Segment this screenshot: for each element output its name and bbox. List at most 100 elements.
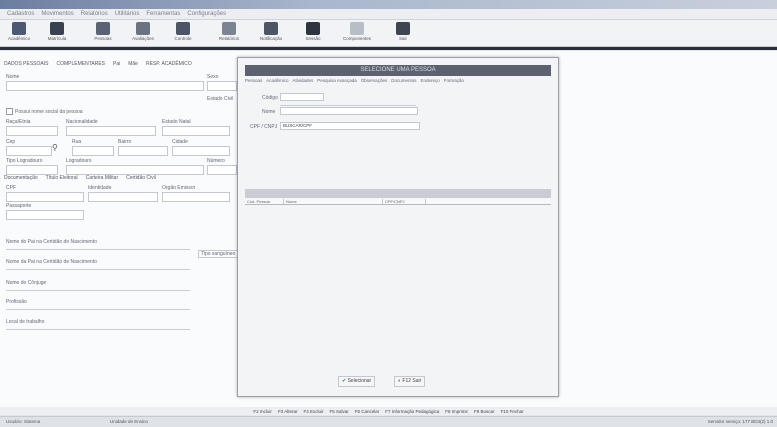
profissao-input[interactable] — [6, 309, 190, 310]
web-icon — [306, 22, 320, 35]
dialog-tab-1[interactable]: Acadêmico — [266, 78, 288, 83]
column-header-0[interactable]: Cód. Pessoa — [245, 199, 284, 204]
nome-input[interactable] — [6, 81, 204, 91]
fkey-7[interactable]: F9 Buscar — [474, 409, 495, 414]
tab-1[interactable]: COMPLEMENTARES — [56, 61, 105, 67]
logradouro-input[interactable] — [66, 165, 204, 175]
identidade-input[interactable] — [88, 192, 158, 202]
doc-tab-1[interactable]: Título Eleitoral — [46, 175, 78, 181]
sexo-select[interactable] — [207, 81, 237, 91]
nome-mae-input[interactable] — [6, 269, 190, 270]
tab-0[interactable]: DADOS PESSOAIS — [4, 61, 48, 67]
dialog-tab-5[interactable]: Documentos — [391, 78, 416, 83]
fkey-2[interactable]: F4 Excluir — [303, 409, 323, 414]
dialog-tab-3[interactable]: Pesquisa Avançada — [317, 78, 356, 83]
nome-pai-input[interactable] — [6, 249, 190, 250]
dialog-tab-4[interactable]: Observações — [361, 78, 388, 83]
rua-input[interactable] — [72, 146, 114, 156]
cpf-input[interactable] — [6, 192, 84, 202]
status-server: Servidor serviço: 177 BD3(2) 1.0 — [707, 419, 773, 424]
dialog-tab-2[interactable]: Atividades — [293, 78, 314, 83]
function-key-bar: F2 Incluir F3 Alterar F4 Excluir F5 Salvar F… — [0, 407, 777, 415]
dialog-tab-6[interactable]: Endereço — [421, 78, 440, 83]
menu-item-1[interactable]: Movimentos — [41, 11, 73, 17]
menu-item-0[interactable]: Cadastros — [7, 11, 34, 17]
fkey-1[interactable]: F3 Alterar — [278, 409, 298, 414]
menu-item-2[interactable]: Relatórios — [81, 11, 108, 17]
cidade-input[interactable] — [172, 146, 230, 156]
toolbar-button-7[interactable]: Sessão — [296, 22, 330, 46]
dialog-tab-0[interactable]: Pessoas — [245, 78, 262, 83]
passaporte-input[interactable] — [6, 210, 84, 220]
cpf-label: CPF — [6, 185, 16, 191]
tab-4[interactable]: RESP. ACADÊMICO — [146, 61, 192, 67]
toolbar-label-9: Sair — [398, 36, 407, 41]
numero-input[interactable] — [207, 165, 237, 175]
fkey-6[interactable]: F8 Imprimir — [445, 409, 468, 414]
select-button[interactable]: ✔ Selecionar — [338, 376, 376, 387]
nome-pai-label: Nome do Pai na Certidão de Nascimento — [6, 239, 97, 245]
doc-tab-2[interactable]: Carteira Militar — [86, 175, 119, 181]
raca-label: Raça/Etnia — [6, 119, 31, 125]
menu-item-5[interactable]: Configurações — [187, 11, 226, 17]
codigo-input[interactable] — [280, 93, 324, 101]
bairro-input[interactable] — [118, 146, 168, 156]
fkey-4[interactable]: F6 Cancelar — [355, 409, 380, 414]
menu-item-4[interactable]: Ferramentas — [146, 11, 180, 17]
toolbar-button-1[interactable]: Matrícula — [40, 22, 74, 46]
nacionalidade-select[interactable] — [66, 126, 156, 136]
estado-select[interactable] — [162, 126, 230, 136]
toolbar-button-0[interactable]: Acadêmico — [2, 22, 36, 46]
dialog-title: SELECIONE UMA PESSOA — [245, 65, 551, 76]
logradouro-label: Logradouro — [66, 158, 92, 164]
doc-tab-3[interactable]: Certidão Civil — [126, 175, 156, 181]
printer-icon — [264, 22, 278, 35]
bairro-label: Bairro — [118, 139, 132, 145]
toolbar-button-3[interactable]: Avaliações — [126, 22, 160, 46]
tab-2[interactable]: Pai — [113, 61, 120, 67]
column-header-1[interactable]: Nome — [284, 199, 383, 204]
cpf-filter-input[interactable]: BUSCAR/CPF — [280, 122, 420, 130]
cpf-filter-label: CPF / CNPJ — [250, 124, 278, 130]
search-icon[interactable]: ⚲ — [52, 143, 58, 152]
fkey-3[interactable]: F5 Salvar — [329, 409, 348, 414]
nome-social-checkbox[interactable]: Possui nome social da pessoa — [6, 108, 83, 115]
cep-input[interactable] — [6, 146, 52, 156]
title-bar — [0, 0, 777, 9]
estado-civil-label: Estado Civil — [207, 96, 234, 102]
raca-select[interactable] — [6, 126, 58, 136]
profissao-label: Profissão — [6, 299, 27, 305]
nome-filter-label: Nome — [262, 109, 276, 115]
doc-tab-0[interactable]: Documentação — [4, 175, 38, 181]
fkey-8[interactable]: F10 Fechar — [501, 409, 524, 414]
toolbar-button-4[interactable]: Controle — [166, 22, 200, 46]
toolbar-button-9[interactable]: Sair — [386, 22, 420, 46]
results-table-header: Cód. Pessoa Nome CPF/CNPJ — [245, 199, 551, 205]
column-header-2[interactable]: CPF/CNPJ — [383, 199, 426, 204]
tab-3[interactable]: Mãe — [128, 61, 138, 67]
menu-item-3[interactable]: Utilitários — [115, 11, 140, 17]
identidade-label: Identidade — [88, 185, 112, 191]
dialog-tab-7[interactable]: Formação — [444, 78, 464, 83]
nome-filter-input[interactable] — [280, 107, 418, 115]
exit-button[interactable]: ◐ F12 Sair — [394, 376, 426, 387]
select-person-dialog: SELECIONE UMA PESSOA Pessoas Acadêmico Ati… — [237, 57, 559, 397]
toolbar-button-8[interactable]: Componentes — [340, 22, 374, 46]
orgao-label: Orgão Emissor — [162, 185, 196, 191]
tipo-logradouro-input[interactable] — [6, 165, 58, 175]
codigo-underline — [280, 105, 416, 106]
fkey-5[interactable]: F7 Informação Pedagógica — [385, 409, 439, 414]
toolbar-button-6[interactable]: Notificação — [254, 22, 288, 46]
fkey-0[interactable]: F2 Incluir — [253, 409, 272, 414]
document-icon — [176, 22, 190, 35]
toolbar-button-5[interactable]: Relatórios — [212, 22, 246, 46]
results-band — [245, 189, 551, 198]
nome-label: Nome — [6, 74, 20, 80]
toolbar-label-7: Sessão — [305, 36, 321, 41]
nacionalidade-label: Nacionalidade — [66, 119, 98, 125]
local-trabalho-input[interactable] — [6, 329, 190, 330]
dialog-tabs: Pessoas Acadêmico Atividades Pesquisa Avanç… — [245, 78, 464, 83]
nome-conjuge-input[interactable] — [6, 290, 190, 291]
orgao-input[interactable] — [162, 192, 230, 202]
toolbar-button-2[interactable]: Pessoas — [86, 22, 120, 46]
